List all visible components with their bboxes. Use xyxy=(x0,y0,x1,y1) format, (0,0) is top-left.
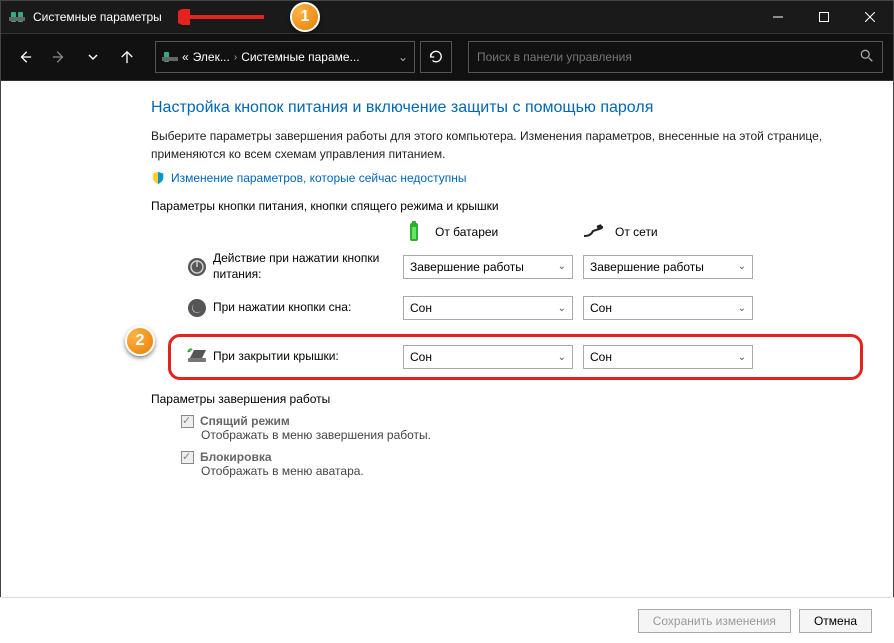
battery-icon xyxy=(403,221,425,243)
save-button[interactable]: Сохранить изменения xyxy=(638,609,791,633)
nav-forward-button[interactable] xyxy=(45,43,73,71)
row-lid-label: При закрытии крышки: xyxy=(213,349,403,365)
breadcrumb-seg2[interactable]: Системные параме... xyxy=(241,50,359,64)
checkbox-sleep xyxy=(181,415,194,428)
cancel-button[interactable]: Отмена xyxy=(799,609,872,633)
chevron-down-icon: ⌄ xyxy=(738,352,746,363)
maximize-button[interactable] xyxy=(801,1,847,33)
power-grid: От батареи От сети Действие при нажатии … xyxy=(181,221,853,380)
chevron-down-icon: ⌄ xyxy=(558,303,566,314)
title-bar: Системные параметры xyxy=(1,1,893,33)
row-power-label: Действие при нажатии кнопки питания: xyxy=(213,251,403,282)
checkbox-lock xyxy=(181,451,194,464)
col-battery-label: От батареи xyxy=(435,225,498,239)
dropdown-power-battery[interactable]: Завершение работы⌄ xyxy=(403,255,573,279)
footer: Сохранить изменения Отмена xyxy=(0,597,894,643)
row-lid-close: При закрытии крышки: Сон⌄ Сон⌄ xyxy=(168,334,863,380)
checkbox-sleep-sub: Отображать в меню завершения работы. xyxy=(201,428,853,442)
minimize-button[interactable] xyxy=(755,1,801,33)
search-icon[interactable] xyxy=(860,49,874,66)
power-button-icon xyxy=(186,256,208,278)
breadcrumb-prefix: « xyxy=(182,50,189,64)
section-shutdown-label: Параметры завершения работы xyxy=(151,392,853,406)
chevron-down-icon: ⌄ xyxy=(738,261,746,272)
dropdown-power-ac[interactable]: Завершение работы⌄ xyxy=(583,255,753,279)
plug-icon xyxy=(583,221,605,243)
annotation-badge-2: 2 xyxy=(125,326,155,356)
page-description: Выберите параметры завершения работы для… xyxy=(151,127,853,163)
change-unavailable-link[interactable]: Изменение параметров, которые сейчас нед… xyxy=(151,171,853,185)
dropdown-sleep-battery[interactable]: Сон⌄ xyxy=(403,296,573,320)
dropdown-lid-ac[interactable]: Сон⌄ xyxy=(583,345,753,369)
search-box[interactable] xyxy=(468,41,883,73)
shield-icon xyxy=(151,171,165,185)
col-ac: От сети xyxy=(583,221,763,243)
annotation-arrow-1 xyxy=(178,9,268,25)
chevron-down-icon[interactable]: ⌄ xyxy=(398,50,408,64)
window-title: Системные параметры xyxy=(33,10,162,24)
laptop-lid-icon xyxy=(186,346,208,368)
breadcrumb-seg1[interactable]: Элек... xyxy=(193,50,230,64)
close-button[interactable] xyxy=(847,1,893,33)
change-unavailable-label: Изменение параметров, которые сейчас нед… xyxy=(171,171,467,185)
nav-up-button[interactable] xyxy=(113,43,141,71)
search-input[interactable] xyxy=(477,50,860,64)
page-heading: Настройка кнопок питания и включение защ… xyxy=(151,99,853,117)
dropdown-sleep-ac[interactable]: Сон⌄ xyxy=(583,296,753,320)
row-sleep-button: При нажатии кнопки сна: Сон⌄ Сон⌄ xyxy=(181,294,853,322)
checkbox-lock-label: Блокировка xyxy=(200,450,272,464)
breadcrumb[interactable]: « Элек... › Системные параме... ⌄ xyxy=(155,41,415,73)
row-power-button: Действие при нажатии кнопки питания: Зав… xyxy=(181,251,853,282)
chevron-right-icon: › xyxy=(234,52,237,63)
refresh-button[interactable] xyxy=(420,41,452,73)
col-ac-label: От сети xyxy=(615,225,658,239)
annotation-badge-1: 1 xyxy=(290,2,320,32)
chevron-down-icon: ⌄ xyxy=(558,261,566,272)
breadcrumb-icon xyxy=(162,49,178,65)
checkbox-sleep-label: Спящий режим xyxy=(200,414,290,428)
checkbox-lock-sub: Отображать в меню аватара. xyxy=(201,464,853,478)
section-power-buttons-label: Параметры кнопки питания, кнопки спящего… xyxy=(151,199,853,213)
nav-recent-button[interactable] xyxy=(79,43,107,71)
col-battery: От батареи xyxy=(403,221,583,243)
chevron-down-icon: ⌄ xyxy=(558,352,566,363)
navigation-bar: « Элек... › Системные параме... ⌄ xyxy=(1,33,893,81)
chevron-down-icon: ⌄ xyxy=(738,303,746,314)
sleep-button-icon xyxy=(186,297,208,319)
dropdown-lid-battery[interactable]: Сон⌄ xyxy=(403,345,573,369)
app-icon xyxy=(9,9,25,25)
nav-back-button[interactable] xyxy=(11,43,39,71)
row-sleep-label: При нажатии кнопки сна: xyxy=(213,300,403,316)
